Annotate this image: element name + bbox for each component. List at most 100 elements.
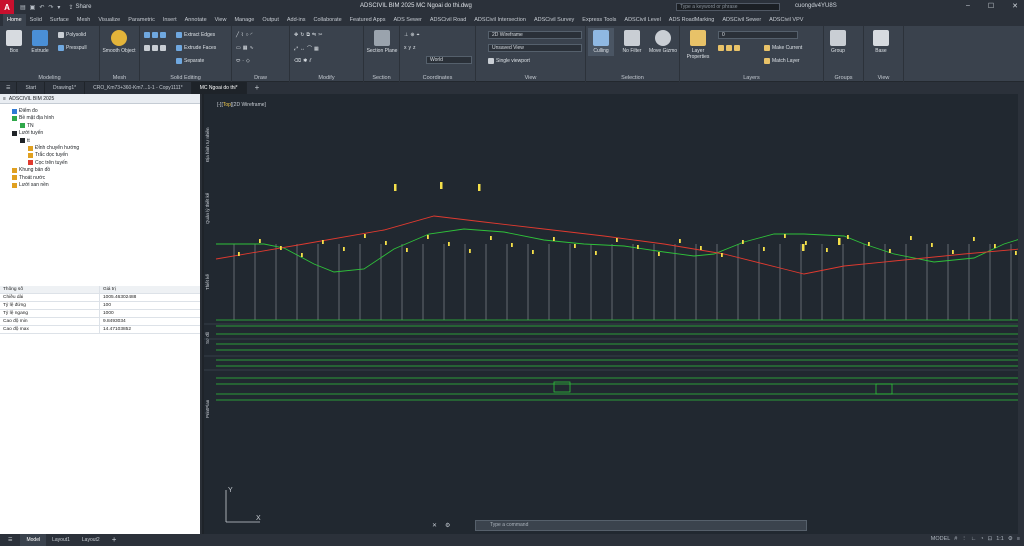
culling-button[interactable]: Culling (588, 28, 614, 56)
ribbon-tab-collaborate[interactable]: Collaborate (310, 14, 346, 26)
scale-icon[interactable]: ⤢ (294, 46, 298, 52)
rectangle-icon[interactable]: ▭ (236, 45, 241, 51)
menu-icon[interactable]: ≡ (1017, 536, 1020, 542)
scale-icon[interactable]: 1:1 (996, 536, 1004, 542)
ribbon-tab-adscivil-sewer[interactable]: ADSCivil Sewer (718, 14, 765, 26)
close-icon[interactable]: ✕ (1012, 2, 1018, 10)
ribbon-tab-manage[interactable]: Manage (230, 14, 258, 26)
circle-icon[interactable]: ○ (245, 32, 248, 38)
ucs-combo[interactable]: World (426, 56, 472, 64)
ribbon-tab-adscivil-survey[interactable]: ADSCivil Survey (530, 14, 578, 26)
union-icon[interactable] (144, 32, 150, 38)
panel-label-view[interactable]: View (476, 75, 585, 81)
undo-icon[interactable]: ↶ (39, 4, 44, 11)
app-logo-icon[interactable]: A (0, 0, 14, 14)
ucs-origin-icon[interactable]: ⌖ (417, 32, 420, 38)
ribbon-tab-adscivil-level[interactable]: ADSCivil Level (620, 14, 664, 26)
layout1-tab[interactable]: Layout1 (46, 534, 76, 546)
maximize-icon[interactable]: ☐ (988, 2, 994, 10)
panel-label-mesh[interactable]: Mesh (100, 75, 139, 81)
separate-button[interactable]: Separate (176, 58, 204, 64)
ucs-world-icon[interactable]: ⊕ (410, 32, 414, 38)
layout2-tab[interactable]: Layout2 (76, 534, 106, 546)
ribbon-tab-ads-roadmarking[interactable]: ADS RoadMarking (665, 14, 719, 26)
share-button[interactable]: ⇪ Share (68, 4, 91, 11)
layer-combo[interactable]: 0 (718, 31, 798, 39)
add-layout-button[interactable]: + (106, 534, 123, 546)
panel-label-modify[interactable]: Modify (290, 75, 363, 81)
viewport-config-button[interactable]: Single viewport (488, 58, 530, 64)
ribbon-tab-adscivil-road[interactable]: ADSCivil Road (426, 14, 470, 26)
vertical-scrollbar[interactable] (1018, 94, 1024, 534)
erase-icon[interactable]: ⌫ (294, 58, 301, 64)
arc-icon[interactable]: ◜ (251, 32, 253, 38)
polar-icon[interactable]: ◔ (980, 536, 983, 542)
ribbon-tab-annotate[interactable]: Annotate (181, 14, 211, 26)
line-icon[interactable]: ╱ (236, 32, 239, 38)
ribbon-tab-solid[interactable]: Solid (26, 14, 46, 26)
panel-menu-icon[interactable]: ≡ (3, 94, 6, 103)
ribbon-tab-add-ins[interactable]: Add-ins (283, 14, 310, 26)
presspull-button[interactable]: Presspull (58, 45, 87, 51)
properties-row[interactable]: Cao độ max 14.47103852 (0, 326, 200, 334)
tree-node[interactable]: Lưới san nền (12, 182, 49, 188)
section-plane-button[interactable]: Section Plane (366, 30, 398, 54)
tree-node[interactable]: TN (20, 123, 34, 129)
ribbon-tab-featured-apps[interactable]: Featured Apps (346, 14, 390, 26)
layer-lock-icon[interactable] (734, 45, 740, 51)
osnap-icon[interactable]: ⊡ (988, 536, 993, 542)
interfere-icon[interactable] (152, 45, 158, 51)
ribbon-tab-adscivil-intersection[interactable]: ADSCivil Intersection (470, 14, 530, 26)
ellipse-icon[interactable]: ⬭ (236, 58, 240, 64)
layer-off-icon[interactable] (718, 45, 724, 51)
named-view-combo[interactable]: Unsaved View (488, 44, 582, 52)
app-menu-icon[interactable]: ☰ (0, 82, 18, 94)
slice-icon[interactable] (144, 45, 150, 51)
model-space-label[interactable]: MODEL (931, 536, 951, 542)
search-input[interactable]: Type a keyword or phrase (676, 3, 780, 11)
panel-label-solid-editing[interactable]: Solid Editing (140, 75, 231, 81)
properties-row[interactable]: Tỷ lệ ngang 1000 (0, 310, 200, 318)
close-command-icon[interactable]: ✕ (432, 522, 437, 529)
stretch-icon[interactable]: ↔ (300, 46, 305, 52)
smooth-object-button[interactable]: Smooth Object (102, 30, 136, 54)
command-settings-icon[interactable]: ⚙ (445, 522, 450, 529)
point-icon[interactable]: · (242, 58, 244, 64)
ribbon-tab-visualize[interactable]: Visualize (94, 14, 124, 26)
panel-label-groups[interactable]: Groups (824, 75, 863, 81)
no-filter-button[interactable]: No Filter (618, 30, 646, 54)
tree-node[interactable]: Điểm đo (12, 108, 38, 114)
thicken-icon[interactable] (160, 45, 166, 51)
properties-row[interactable]: Chiều dài 1005.46302488 (0, 294, 200, 302)
tree-node[interactable]: Đỉnh chuyển hướng (28, 145, 79, 151)
drawing-viewport[interactable]: [-][Top][2D Wireframe] Địa hình tự nhiên… (204, 94, 1024, 534)
subtract-icon[interactable] (152, 32, 158, 38)
panel-label-draw[interactable]: Draw (232, 75, 289, 81)
ribbon-tab-surface[interactable]: Surface (46, 14, 73, 26)
grid-icon[interactable]: # (954, 536, 957, 542)
ribbon-tab-home[interactable]: Home (3, 13, 26, 27)
redo-icon[interactable]: ↷ (48, 4, 53, 11)
offset-icon[interactable]: ⫽ (309, 58, 311, 64)
layer-freeze-icon[interactable] (726, 45, 732, 51)
panel-label-modeling[interactable]: Modeling (0, 75, 99, 81)
ribbon-tab-output[interactable]: Output (258, 14, 283, 26)
match-layer-button[interactable]: Match Layer (764, 58, 800, 64)
panel-label-section[interactable]: Section (364, 75, 399, 81)
ribbon-tab-adscivil-vpv[interactable]: ADSCivil VPV (765, 14, 807, 26)
settings-icon[interactable]: ⚙ (1008, 536, 1013, 542)
save-icon[interactable]: ▣ (30, 4, 36, 11)
ribbon-tab-insert[interactable]: Insert (159, 14, 181, 26)
region-icon[interactable]: ◇ (246, 58, 250, 64)
extrude-button[interactable]: Extrude (28, 30, 52, 54)
file-tab-drawing1[interactable]: Drawing1* (45, 82, 86, 94)
explode-icon[interactable]: ✱ (303, 58, 307, 64)
ribbon-tab-parametric[interactable]: Parametric (124, 14, 159, 26)
tree-node[interactable]: Bề mặt địa hình (12, 115, 54, 121)
qat-dropdown-icon[interactable]: ▾ (57, 4, 60, 11)
ucs-y-icon[interactable]: y (409, 45, 412, 51)
minimize-icon[interactable]: – (966, 2, 970, 10)
polyline-icon[interactable]: ⌇ (241, 32, 243, 38)
command-input[interactable]: Type a command (475, 520, 807, 531)
rotate-icon[interactable]: ↻ (300, 32, 304, 38)
